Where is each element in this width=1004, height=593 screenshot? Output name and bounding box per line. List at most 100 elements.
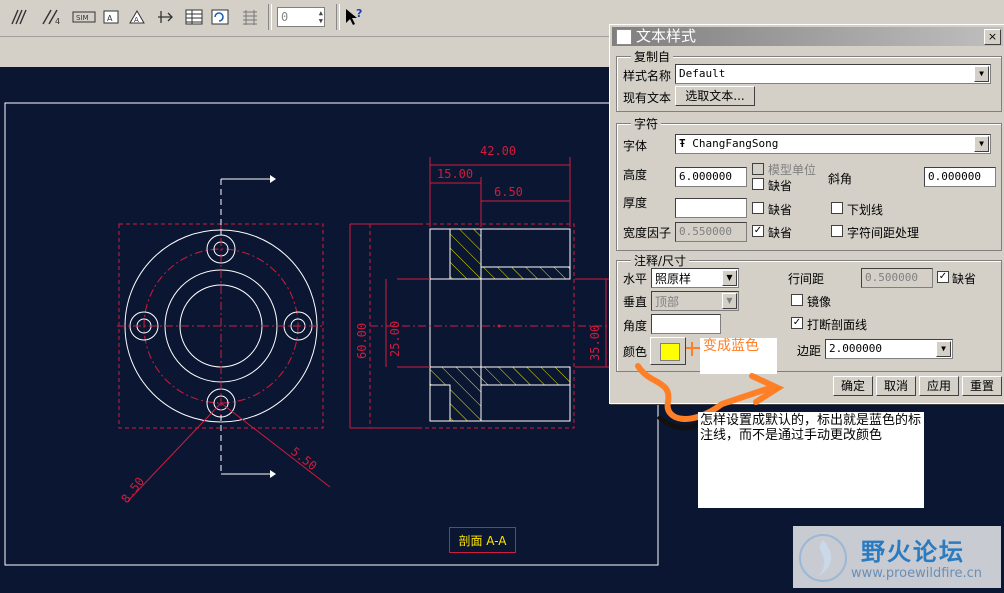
existing-text-label: 现有文本: [623, 91, 672, 105]
spin-arrows-icon[interactable]: ▲ ▼: [319, 9, 323, 25]
flame-logo-icon: [799, 534, 847, 582]
color-label: 颜色: [623, 345, 648, 359]
slash-hatch-icon[interactable]: 4: [40, 5, 64, 29]
question-note: 怎样设置成默认的，标出就是蓝色的标注线，而不是通过手动更改颜色: [698, 412, 924, 508]
margin-label: 边距: [797, 344, 822, 358]
reset-button[interactable]: 重置: [962, 376, 1002, 396]
margin-value: 2.000000: [829, 342, 882, 355]
horizontal-value: 照原样: [655, 272, 692, 286]
dim-60-text: 60.00: [355, 323, 369, 359]
apply-button[interactable]: 应用: [919, 376, 959, 396]
height-default-label: 缺省: [768, 179, 793, 193]
dim-top-text: 42.00: [480, 144, 516, 158]
section-view: [349, 157, 614, 429]
underline-checkbox[interactable]: [831, 202, 843, 214]
width-factor-label: 宽度因子: [623, 226, 672, 240]
slant-label: 斜角: [828, 172, 853, 186]
ok-button[interactable]: 确定: [833, 376, 873, 396]
svg-text:SIM: SIM: [76, 14, 89, 22]
hatch-bottom-hub: [480, 366, 571, 386]
watermark-name: 野火论坛: [861, 538, 965, 566]
thickness-input[interactable]: [675, 198, 747, 218]
chevron-down-icon[interactable]: ▼: [974, 136, 989, 152]
repeat-icon[interactable]: [208, 5, 232, 29]
vertical-value: 顶部: [655, 295, 680, 309]
hatch-icon[interactable]: [8, 5, 32, 29]
thickness-default-checkbox[interactable]: [752, 202, 764, 214]
width-factor-input: 0.550000: [675, 222, 747, 242]
height-label: 高度: [623, 168, 648, 182]
close-icon[interactable]: ×: [984, 29, 1001, 45]
dim-5-5-text: 5.50: [288, 444, 319, 473]
break-hatch-checkbox[interactable]: ✓: [791, 317, 803, 329]
arrow-note: 变成蓝色: [700, 338, 777, 374]
font-select[interactable]: Ŧ ChangFangSong ▼: [675, 134, 991, 154]
line-spacing-default-checkbox[interactable]: ✓: [937, 271, 949, 283]
svg-text:A: A: [107, 14, 113, 23]
question-text: 怎样设置成默认的，标出就是蓝色的标注线，而不是通过手动更改颜色: [700, 413, 922, 443]
chevron-down-icon[interactable]: ▼: [722, 270, 737, 286]
spin-field[interactable]: 0 ▲ ▼: [277, 7, 325, 27]
watermark-url: www.proewildfire.cn: [851, 566, 982, 581]
vertical-select: 顶部 ▼: [651, 291, 739, 311]
dim-25-text: 25.00: [388, 321, 402, 357]
sheet-border: [4, 102, 659, 566]
break-hatch-label: 打断剖面线: [807, 318, 868, 332]
svg-text:4: 4: [55, 17, 60, 26]
chevron-down-icon: ▼: [722, 293, 737, 309]
kerning-checkbox[interactable]: [831, 225, 843, 237]
bolt-hole-bottom: [429, 384, 451, 422]
cancel-button[interactable]: 取消: [876, 376, 916, 396]
bolt-hole-top: [429, 228, 451, 280]
note-icon[interactable]: A: [100, 5, 124, 29]
line-spacing-input: 0.500000: [861, 268, 933, 288]
help-cursor-icon[interactable]: ?: [342, 5, 366, 29]
chevron-down-icon[interactable]: ▼: [974, 66, 989, 82]
truetype-icon: Ŧ: [679, 137, 686, 150]
thickness-default-label: 缺省: [768, 203, 793, 217]
dimension-icon[interactable]: SIM: [70, 5, 98, 29]
height-input[interactable]: 6.000000: [675, 167, 747, 187]
horizontal-select[interactable]: 照原样 ▼: [651, 268, 739, 288]
dialog-titlebar[interactable]: 文本样式 ×: [612, 27, 1003, 46]
dim-8-5-text: 8.50: [118, 474, 147, 505]
group-char-title: 字符: [631, 115, 662, 132]
color-swatch-button[interactable]: [650, 337, 686, 365]
margin-select[interactable]: 2.000000 ▼: [825, 339, 953, 359]
angle-input[interactable]: [651, 314, 721, 334]
model-units-checkbox: [752, 163, 764, 175]
dialog-title: 文本样式: [636, 27, 697, 45]
underline-label: 下划线: [847, 203, 884, 217]
dim-35-text: 35.00: [588, 325, 602, 361]
arrow-note-text: 变成蓝色: [703, 338, 759, 354]
horizontal-label: 水平: [623, 272, 648, 286]
style-name-label: 样式名称: [623, 69, 672, 83]
font-value: ChangFangSong: [692, 137, 779, 150]
kerning-label: 字符间距处理: [847, 226, 920, 240]
style-name-select[interactable]: Default ▼: [675, 64, 991, 84]
font-label: 字体: [623, 139, 648, 153]
toolbar-separator-2: [336, 4, 340, 30]
svg-text:?: ?: [356, 7, 362, 20]
group-copy-from-title: 复制自: [631, 48, 674, 65]
move-icon[interactable]: [154, 5, 178, 29]
vertical-label: 垂直: [623, 295, 648, 309]
forum-watermark: 野火论坛 www.proewildfire.cn: [793, 526, 1001, 588]
width-default-checkbox[interactable]: ✓: [752, 225, 764, 237]
center-mark: [497, 324, 501, 328]
svg-text:A: A: [134, 16, 139, 24]
mirror-checkbox[interactable]: [791, 294, 803, 306]
style-name-value: Default: [679, 67, 726, 80]
height-default-checkbox[interactable]: [752, 178, 764, 190]
dim-6-text: 6.50: [494, 185, 523, 199]
group-note-title: 注释/尺寸: [631, 252, 690, 269]
angle-label: 角度: [623, 319, 648, 333]
select-text-button[interactable]: 选取文本...: [675, 86, 755, 106]
section-label[interactable]: 剖面 A-A: [449, 527, 516, 553]
grid-icon[interactable]: [238, 5, 262, 29]
chevron-down-icon[interactable]: ▼: [936, 341, 951, 357]
color-fill: [660, 343, 680, 361]
table-icon[interactable]: [182, 5, 206, 29]
slant-input[interactable]: 0.000000: [924, 167, 996, 187]
datum-icon[interactable]: A: [126, 5, 150, 29]
